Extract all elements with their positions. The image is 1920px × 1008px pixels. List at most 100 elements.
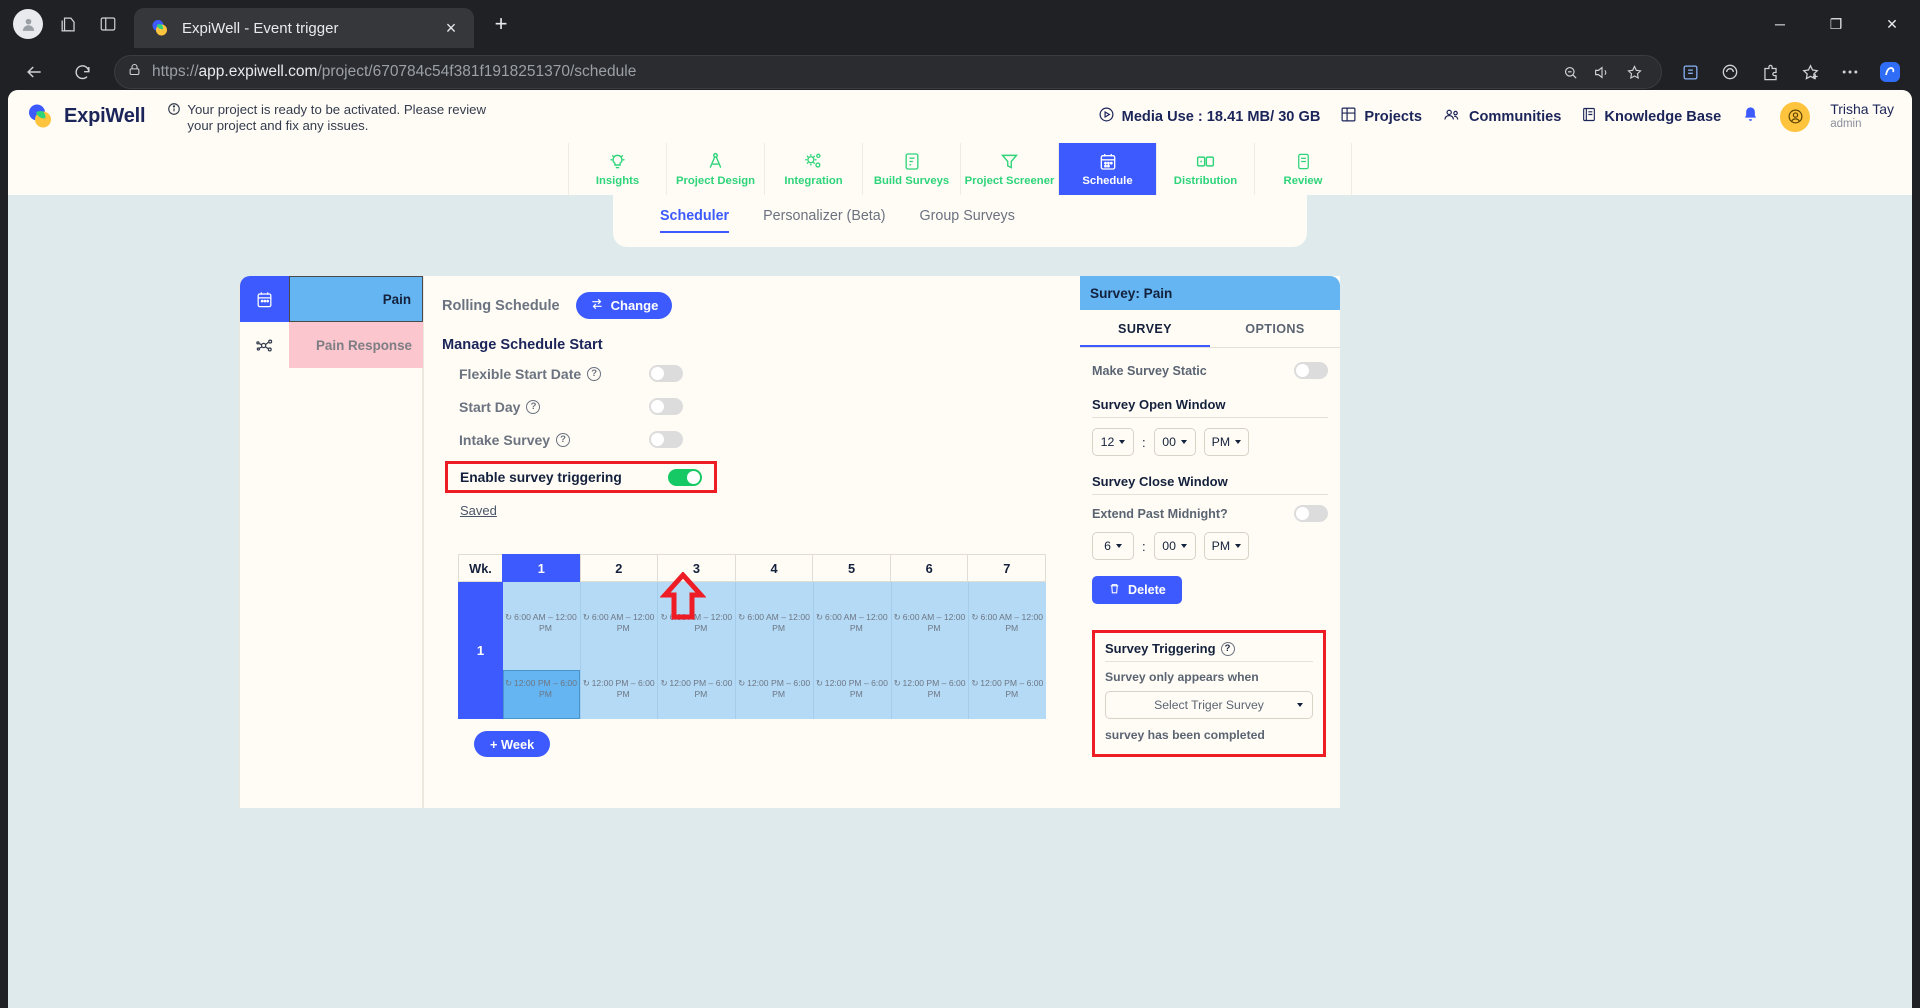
user-name: Trisha Tay xyxy=(1830,100,1894,117)
close-window-button[interactable]: ✕ xyxy=(1864,0,1920,48)
app-logo[interactable]: ExpiWell xyxy=(26,102,146,131)
toggle-intake-survey[interactable] xyxy=(649,431,683,448)
slot-evening[interactable]: ↻ 12:00 PM – 6:00 PM xyxy=(892,678,969,700)
calendar-day-header-1[interactable]: 1 xyxy=(502,554,581,582)
settings-more-icon[interactable] xyxy=(1832,54,1868,90)
user-info[interactable]: Trisha Tay admin xyxy=(1830,100,1894,132)
tab-personalizer[interactable]: Personalizer (Beta) xyxy=(763,208,885,233)
toggle-flexible-start-date[interactable] xyxy=(649,365,683,382)
rail-flow-view[interactable] xyxy=(240,322,289,368)
toggle-make-survey-static[interactable] xyxy=(1294,362,1328,379)
close-tab-icon[interactable]: × xyxy=(438,15,464,41)
trigger-survey-select[interactable]: Select Triger Survey xyxy=(1105,691,1313,719)
saved-status-link[interactable]: Saved xyxy=(460,503,497,518)
module-review[interactable]: Review xyxy=(1254,143,1352,195)
calendar-day-header-7[interactable]: 7 xyxy=(967,554,1047,582)
workspaces-icon[interactable] xyxy=(48,4,88,44)
board-rail xyxy=(240,276,289,808)
toggle-start-day[interactable] xyxy=(649,398,683,415)
collections-icon[interactable] xyxy=(1672,54,1708,90)
browser-favorites-icon[interactable] xyxy=(1792,54,1828,90)
tab-options[interactable]: OPTIONS xyxy=(1210,310,1340,347)
delete-button[interactable]: Delete xyxy=(1092,576,1182,604)
module-insights[interactable]: Insights xyxy=(568,143,666,195)
tab-scheduler[interactable]: Scheduler xyxy=(660,208,730,233)
module-distribution-label: Distribution xyxy=(1173,175,1238,187)
document-icon xyxy=(902,151,922,172)
open-meridiem-select[interactable]: PM xyxy=(1203,428,1250,456)
module-schedule[interactable]: Schedule xyxy=(1058,143,1156,195)
open-hour-select[interactable]: 12 xyxy=(1092,428,1134,456)
slot-evening[interactable]: ↻ 12:00 PM – 6:00 PM xyxy=(736,678,813,700)
favorite-star-icon[interactable] xyxy=(1619,57,1649,87)
copilot-icon[interactable] xyxy=(1712,54,1748,90)
survey-open-time-row: 12 : 00 PM xyxy=(1092,428,1328,456)
slot-morning[interactable]: ↻ 6:00 AM – 12:00 PM xyxy=(736,612,813,634)
split-screen-icon[interactable] xyxy=(88,4,128,44)
calendar-cell-w1-d1[interactable]: ↻ 6:00 AM – 12:00 PM ↻ 12:00 PM – 6:00 PM xyxy=(503,582,581,719)
slot-morning[interactable]: ↻ 6:00 AM – 12:00 PM xyxy=(503,612,580,634)
change-schedule-button[interactable]: Change xyxy=(575,292,673,319)
survey-item-pain-response[interactable]: Pain Response xyxy=(289,322,423,368)
survey-item-pain[interactable]: Pain xyxy=(289,276,423,322)
calendar-cell-w1-d4[interactable]: ↻ 6:00 AM – 12:00 PM ↻ 12:00 PM – 6:00 PM xyxy=(736,582,814,719)
help-icon[interactable]: ? xyxy=(526,399,541,414)
help-icon[interactable]: ? xyxy=(556,432,571,447)
calendar-day-header-6[interactable]: 6 xyxy=(889,554,969,582)
module-build-surveys[interactable]: Build Surveys xyxy=(862,143,960,195)
survey-settings-tabs: SURVEY OPTIONS xyxy=(1080,310,1340,348)
copilot-sidebar-icon[interactable] xyxy=(1872,54,1908,90)
calendar-cell-w1-d6[interactable]: ↻ 6:00 AM – 12:00 PM ↻ 12:00 PM – 6:00 PM xyxy=(891,582,970,719)
slot-evening[interactable]: ↻ 12:00 PM – 6:00 PM xyxy=(503,678,580,700)
help-icon[interactable]: ? xyxy=(1220,641,1235,656)
nav-communities[interactable]: Communities xyxy=(1442,106,1561,127)
survey-close-window-title: Survey Close Window xyxy=(1092,474,1228,489)
profile-button[interactable] xyxy=(8,4,48,44)
reload-icon[interactable] xyxy=(62,52,102,92)
minimize-button[interactable]: ─ xyxy=(1752,0,1808,48)
back-icon[interactable] xyxy=(14,52,54,92)
module-integration[interactable]: Integration xyxy=(764,143,862,195)
zoom-out-icon[interactable] xyxy=(1555,57,1585,87)
help-icon[interactable]: ? xyxy=(587,366,602,381)
close-meridiem-select[interactable]: PM xyxy=(1203,532,1250,560)
calendar-day-header-5[interactable]: 5 xyxy=(812,554,891,582)
toggle-enable-survey-triggering[interactable] xyxy=(668,468,702,486)
tab-survey[interactable]: SURVEY xyxy=(1080,310,1210,347)
close-hour-select[interactable]: 6 xyxy=(1092,532,1134,560)
slot-morning[interactable]: ↻ 6:00 AM – 12:00 PM xyxy=(581,612,658,634)
calendar-cell-w1-d5[interactable]: ↻ 6:00 AM – 12:00 PM ↻ 12:00 PM – 6:00 PM xyxy=(813,582,892,719)
rail-calendar-view[interactable] xyxy=(240,276,289,322)
slot-morning[interactable]: ↻ 6:00 AM – 12:00 PM xyxy=(814,612,891,634)
slot-evening[interactable]: ↻ 12:00 PM – 6:00 PM xyxy=(581,678,658,700)
new-tab-button[interactable]: + xyxy=(484,7,518,41)
module-project-screener[interactable]: Project Screener xyxy=(960,143,1058,195)
address-bar[interactable]: https://app.expiwell.com/project/670784c… xyxy=(114,55,1662,89)
close-minute-select[interactable]: 00 xyxy=(1153,532,1196,560)
toggle-extend-past-midnight[interactable] xyxy=(1294,505,1328,522)
add-week-button[interactable]: + Week xyxy=(474,731,551,757)
slot-evening[interactable]: ↻ 12:00 PM – 6:00 PM xyxy=(969,678,1046,700)
calendar-day-header-2[interactable]: 2 xyxy=(579,554,659,582)
open-minute-select[interactable]: 00 xyxy=(1153,428,1196,456)
extensions-icon[interactable] xyxy=(1752,54,1788,90)
maximize-button[interactable]: ❐ xyxy=(1808,0,1864,48)
calendar-cell-w1-d7[interactable]: ↻ 6:00 AM – 12:00 PM ↻ 12:00 PM – 6:00 PM xyxy=(969,582,1047,719)
user-avatar[interactable] xyxy=(1780,101,1811,132)
slot-morning[interactable]: ↻ 6:00 AM – 12:00 PM xyxy=(892,612,969,634)
notifications-bell-icon[interactable] xyxy=(1741,105,1760,129)
slot-evening[interactable]: ↻ 12:00 PM – 6:00 PM xyxy=(658,678,735,700)
browser-tab[interactable]: ExpiWell - Event trigger × xyxy=(134,8,474,48)
tab-group-surveys[interactable]: Group Surveys xyxy=(920,208,1015,233)
nav-projects[interactable]: Projects xyxy=(1340,106,1422,127)
slot-morning[interactable]: ↻ 6:00 AM – 12:00 PM xyxy=(969,612,1046,634)
extend-past-midnight-label: Extend Past Midnight? xyxy=(1092,506,1228,521)
calendar-cell-w1-d2[interactable]: ↻ 6:00 AM – 12:00 PM ↻ 12:00 PM – 6:00 PM xyxy=(580,582,659,719)
module-project-design[interactable]: Project Design xyxy=(666,143,764,195)
slot-evening[interactable]: ↻ 12:00 PM – 6:00 PM xyxy=(814,678,891,700)
read-aloud-icon[interactable] xyxy=(1587,57,1617,87)
module-distribution[interactable]: Distribution xyxy=(1156,143,1254,195)
nav-knowledge-base[interactable]: Knowledge Base xyxy=(1581,106,1721,127)
distribution-icon xyxy=(1195,151,1216,172)
calendar-day-header-4[interactable]: 4 xyxy=(734,554,814,582)
